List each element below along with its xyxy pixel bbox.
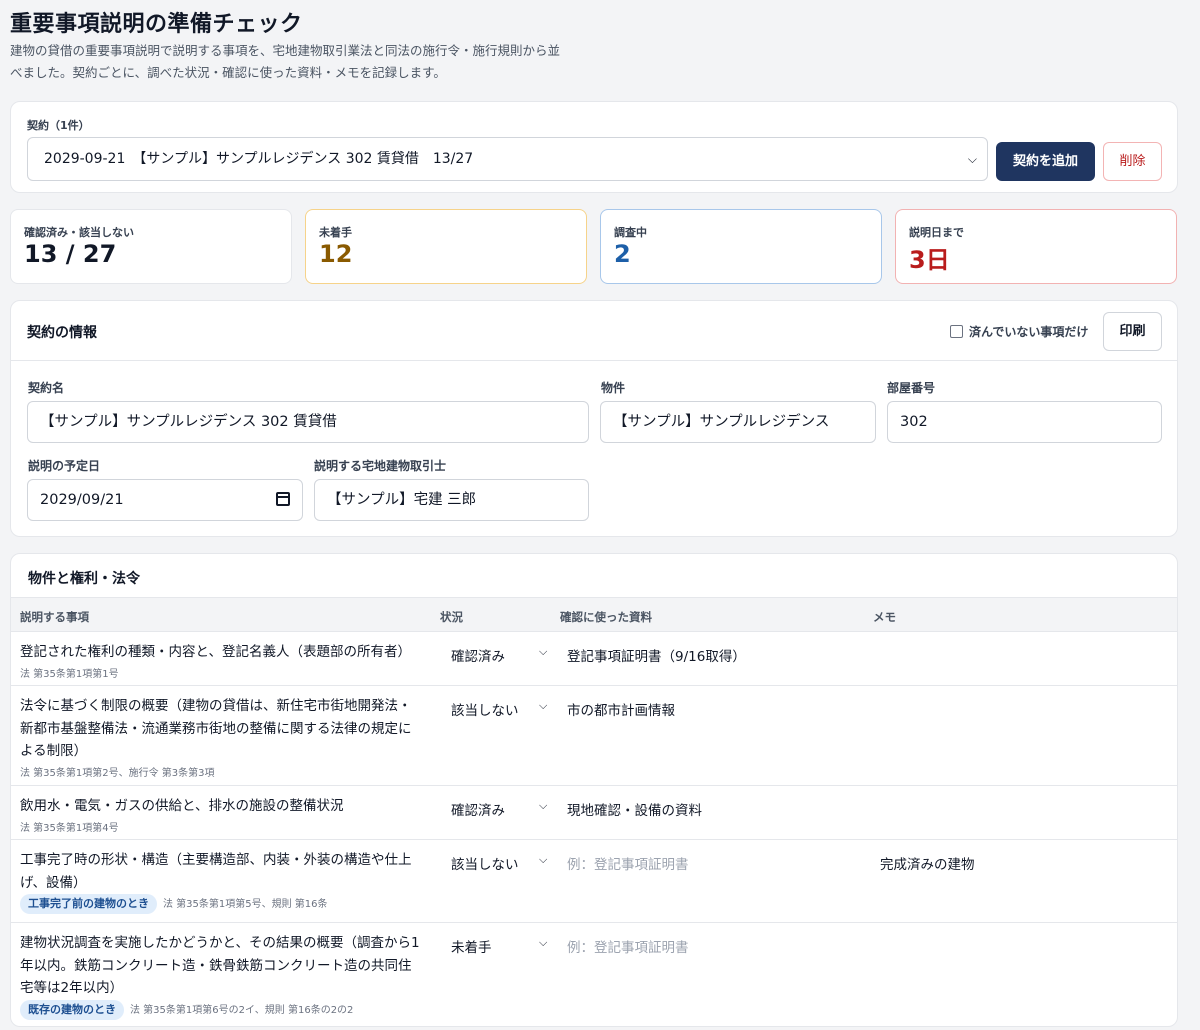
column-header: メモ: [873, 610, 896, 624]
stat-value: 2: [614, 240, 631, 268]
delete-contract-button[interactable]: 削除: [1103, 142, 1162, 181]
agent-label: 説明する宅地建物取引士: [314, 459, 447, 473]
item-cell: 建物状況調査を実施したかどうかと、その結果の概要（調査から1年以内。鉄筋コンクリ…: [20, 932, 420, 1020]
chevron-down-icon: ⌵: [539, 645, 548, 658]
law-reference: 法 第35条第1項第5号、規則 第16条: [163, 899, 328, 910]
stat-label: 説明日まで: [909, 226, 964, 239]
page-subtitle: 建物の貸借の重要事項説明で説明する事項を、宅地建物取引業法と同法の施行令・施行規…: [10, 43, 561, 80]
checkbox[interactable]: [950, 325, 963, 338]
resource-input[interactable]: 市の都市計画情報: [567, 699, 675, 719]
print-button[interactable]: 印刷: [1103, 312, 1162, 351]
law-reference: 法 第35条第1項第6号の2イ、規則 第16条の2の2: [130, 1004, 354, 1016]
divider: [11, 360, 1177, 361]
condition-tag: 既存の建物のとき: [20, 999, 124, 1020]
stat-value: 13 / 27: [24, 240, 117, 268]
date-label: 説明の予定日: [28, 459, 101, 473]
contract-info-card: 契約の情報 済んでいない事項だけ 印刷 契約名 【サンプル】サンプルレジデンス …: [10, 300, 1178, 537]
item-title: 建物状況調査を実施したかどうかと、その結果の概要（調査から1年以内。鉄筋コンクリ…: [20, 935, 420, 996]
item-cell: 工事完了時の形状・構造（主要構造部、内装・外装の構造や仕上げ、設備） 工事完了前…: [20, 849, 420, 914]
stat-in-progress: 調査中 2: [600, 209, 882, 284]
chevron-down-icon: ⌵: [539, 699, 548, 712]
status-value: 確認済み: [451, 803, 505, 819]
status-select[interactable]: 未着手 ⌵: [451, 936, 547, 956]
property-input[interactable]: 【サンプル】サンプルレジデンス: [600, 401, 876, 443]
stat-label: 確認済み・該当しない: [24, 226, 134, 239]
agent-input[interactable]: 【サンプル】宅建 三郎: [314, 479, 589, 521]
law-reference: 法 第35条第1項第4号: [20, 822, 119, 834]
stat-days-left: 説明日まで 3日: [895, 209, 1177, 284]
contract-label: 契約（1件）: [27, 119, 90, 132]
section-heading: 物件と権利・法令: [28, 571, 140, 587]
status-value: 該当しない: [451, 857, 519, 873]
item-cell: 登記された権利の種類・内容と、登記名義人（表題部の所有者） 法 第35条第1項第…: [20, 641, 420, 684]
law-reference: 法 第35条第1項第2号、施行令 第3条第3項: [20, 767, 215, 779]
table-row: 登記された権利の種類・内容と、登記名義人（表題部の所有者） 法 第35条第1項第…: [11, 632, 1177, 686]
column-header: 確認に使った資料: [560, 610, 652, 624]
chevron-down-icon: ⌵: [539, 853, 548, 866]
room-input[interactable]: 302: [887, 401, 1162, 443]
table-row: 飲用水・電気・ガスの供給と、排水の施設の整備状況 法 第35条第1項第4号 確認…: [11, 786, 1177, 840]
condition-tag: 工事完了前の建物のとき: [20, 894, 157, 914]
contract-select[interactable]: 2029-09-21 【サンプル】サンプルレジデンス 302 賃貸借 13/27…: [27, 137, 988, 181]
item-title: 法令に基づく制限の概要（建物の貸借は、新住宅市街地開発法・新都市基盤整備法・流通…: [20, 698, 412, 759]
date-value: 2029/09/21: [40, 492, 124, 508]
contract-name-input[interactable]: 【サンプル】サンプルレジデンス 302 賃貸借: [27, 401, 589, 443]
item-title: 工事完了時の形状・構造（主要構造部、内装・外装の構造や仕上げ、設備）: [20, 852, 412, 891]
filter-label: 済んでいない事項だけ: [969, 325, 1089, 339]
resource-input[interactable]: 例：登記事項証明書: [567, 936, 689, 956]
property-label: 物件: [601, 381, 626, 395]
status-value: 未着手: [451, 940, 492, 956]
stat-label: 調査中: [614, 226, 647, 239]
status-select[interactable]: 該当しない ⌵: [451, 853, 547, 873]
status-select[interactable]: 確認済み ⌵: [451, 799, 547, 819]
item-title: 飲用水・電気・ガスの供給と、排水の施設の整備状況: [20, 798, 344, 814]
status-select[interactable]: 該当しない ⌵: [451, 699, 547, 719]
resource-input[interactable]: 例：登記事項証明書: [567, 853, 689, 873]
table-row: 法令に基づく制限の概要（建物の貸借は、新住宅市街地開発法・新都市基盤整備法・流通…: [11, 686, 1177, 786]
date-input[interactable]: 2029/09/21: [27, 479, 303, 521]
stat-not-started: 未着手 12: [305, 209, 587, 284]
resource-input[interactable]: 現地確認・設備の資料: [567, 799, 702, 819]
column-header: 状況: [440, 610, 463, 624]
item-cell: 飲用水・電気・ガスの供給と、排水の施設の整備状況 法 第35条第1項第4号: [20, 795, 420, 838]
chevron-down-icon: ⌵: [967, 152, 977, 166]
stat-value: 12: [319, 240, 353, 268]
stat-value: 3日: [909, 246, 950, 274]
chevron-down-icon: ⌵: [539, 936, 548, 949]
pending-only-filter[interactable]: 済んでいない事項だけ: [950, 323, 1088, 340]
item-cell: 法令に基づく制限の概要（建物の貸借は、新住宅市街地開発法・新都市基盤整備法・流通…: [20, 695, 420, 783]
info-heading: 契約の情報: [27, 325, 97, 341]
chevron-down-icon: ⌵: [539, 799, 548, 812]
stat-done: 確認済み・該当しない 13 / 27: [10, 209, 292, 284]
item-title: 登記された権利の種類・内容と、登記名義人（表題部の所有者）: [20, 644, 411, 660]
status-value: 該当しない: [451, 703, 519, 719]
status-value: 確認済み: [451, 649, 505, 665]
contract-name-label: 契約名: [28, 381, 65, 395]
law-reference: 法 第35条第1項第1号: [20, 668, 119, 680]
column-header: 説明する事項: [20, 610, 89, 624]
contract-select-value: 2029-09-21 【サンプル】サンプルレジデンス 302 賃貸借 13/27: [44, 151, 474, 167]
items-section-card: 物件と権利・法令 説明する事項 状況 確認に使った資料 メモ 登記された権利の種…: [10, 553, 1178, 1027]
calendar-icon[interactable]: [276, 492, 290, 506]
add-contract-button[interactable]: 契約を追加: [996, 142, 1095, 181]
table-header: 説明する事項 状況 確認に使った資料 メモ: [11, 597, 1177, 632]
contract-card: 契約（1件） 2029-09-21 【サンプル】サンプルレジデンス 302 賃貸…: [10, 101, 1178, 193]
stat-label: 未着手: [319, 226, 352, 239]
resource-input[interactable]: 登記事項証明書（9/16取得）: [567, 645, 746, 665]
table-row: 建物状況調査を実施したかどうかと、その結果の概要（調査から1年以内。鉄筋コンクリ…: [11, 923, 1177, 1026]
table-row: 工事完了時の形状・構造（主要構造部、内装・外装の構造や仕上げ、設備） 工事完了前…: [11, 840, 1177, 923]
status-select[interactable]: 確認済み ⌵: [451, 645, 547, 665]
room-label: 部屋番号: [887, 381, 936, 395]
memo-input[interactable]: 完成済みの建物: [880, 853, 975, 873]
page-title: 重要事項説明の準備チェック: [10, 12, 303, 37]
